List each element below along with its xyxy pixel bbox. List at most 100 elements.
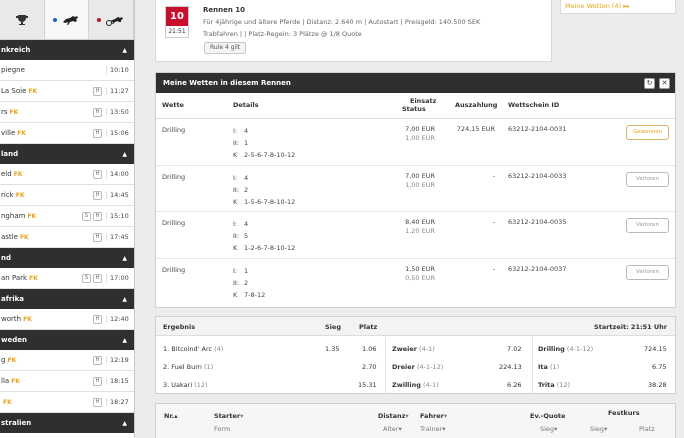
bet-row: Drilling I: 4 II: 1 K 2-5-6-7-8-10-12 7,00 … — [156, 119, 675, 166]
bet-ticket-id: 63212-2104-0031 — [508, 125, 567, 133]
exotic-bet: Dreier (4-1-12) — [392, 363, 444, 371]
meeting-row[interactable]: g FK H 12:19 — [0, 350, 134, 371]
sort-distance[interactable]: Distanz▾ — [378, 412, 409, 420]
sort-trainer[interactable]: Trainer▾ — [420, 425, 446, 433]
bet-status-button[interactable]: Verloren — [626, 264, 669, 280]
h-badge: H — [93, 128, 102, 138]
h-badge: H — [93, 397, 102, 407]
finish-position: 1. Bitcoind' Arc (4) — [163, 345, 224, 353]
region-name: afrika — [1, 295, 24, 303]
meeting-row[interactable]: lla FK H 18:15 — [0, 371, 134, 392]
my-bets-link-box: Meine Wetten (4) ▸▸ — [560, 0, 676, 14]
meeting-row[interactable]: piegne 10:10 — [0, 60, 134, 81]
meeting-row[interactable]: ville FK H 15:06 — [0, 123, 134, 144]
meeting-name: rick FK — [1, 191, 25, 199]
region-name: nkreich — [1, 46, 31, 54]
meeting-time: 10:10 — [106, 66, 129, 74]
region-header[interactable]: nkreich ▲ — [0, 40, 134, 60]
meeting-row[interactable]: an Park FK S H 17:00 — [0, 268, 134, 289]
meeting-name: rs FK — [1, 108, 19, 116]
sort-fixed-win[interactable]: Sieg▾ — [590, 425, 607, 433]
sort-number[interactable]: Nr.▴ — [164, 412, 177, 420]
bet-status-button[interactable]: Verloren — [626, 218, 669, 233]
meeting-name: lla FK — [1, 377, 20, 385]
meeting-time: 18:27 — [106, 398, 129, 406]
bet-leg: K 2-5-6-7-8-10-12 — [233, 151, 296, 159]
category-dot — [97, 17, 102, 22]
bet-leg: K 1-2-6-7-8-10-12 — [233, 244, 296, 252]
refresh-icon[interactable]: ↻ — [644, 78, 655, 89]
col-details: Details — [233, 101, 259, 109]
bet-status-button[interactable]: Gewonnen — [626, 125, 669, 140]
tab-trot[interactable] — [89, 0, 134, 39]
meeting-name: FK — [3, 399, 12, 406]
close-icon[interactable]: ✕ — [659, 78, 670, 89]
exotic-payout: 7.02 — [507, 345, 522, 353]
bet-ticket-id: 63212-2104-0033 — [508, 171, 567, 180]
meeting-time: 11:27 — [106, 87, 129, 95]
meeting-row[interactable]: rs FK H 13:50 — [0, 102, 134, 123]
sort-ev-win[interactable]: Sieg▾ — [540, 425, 557, 433]
meeting-row[interactable]: La Soie FK H 11:27 — [0, 81, 134, 102]
meeting-row[interactable]: astle FK H 17:45 — [0, 227, 134, 248]
tab-gallop[interactable] — [44, 0, 90, 39]
region-header[interactable]: afrika ▲ — [0, 289, 134, 309]
col-stake: Einsatz — [410, 97, 437, 105]
divider — [532, 337, 533, 394]
sort-starter[interactable]: Starter▾ — [214, 412, 243, 420]
h-badge: H — [93, 314, 102, 324]
race-time: 21:51 — [168, 28, 186, 35]
meeting-time: 13:50 — [106, 108, 129, 116]
meeting-row[interactable]: eld FK H 14:00 — [0, 164, 134, 185]
region-header[interactable]: stralien ▲ — [0, 413, 134, 433]
collapse-caret-icon: ▲ — [122, 419, 127, 427]
bet-leg: II: 2 — [233, 185, 249, 194]
col-ev-quote: Ev.-Quote — [530, 412, 566, 420]
race-number: 10 — [166, 7, 188, 26]
rule-4-button[interactable]: Rule 4 gilt — [204, 42, 247, 54]
place-odds: 15.31 — [358, 381, 377, 389]
trophy-icon — [15, 14, 28, 25]
my-bets-link[interactable]: Meine Wetten (4) ▸▸ — [565, 2, 630, 10]
region-header[interactable]: nd ▲ — [0, 248, 134, 268]
bet-type: Drilling — [162, 265, 186, 274]
gallop-horse-icon — [62, 15, 78, 25]
exotic-payout: 224.13 — [499, 363, 522, 371]
h-badge: H — [93, 190, 102, 200]
sort-driver[interactable]: Fahrer▾ — [420, 412, 447, 420]
meeting-name: an Park FK — [1, 274, 38, 282]
bet-row: Drilling I: 4 II: 5 K 1-2-6-7-8-10-12 8,40 … — [156, 212, 675, 259]
region-header[interactable]: weden ▲ — [0, 330, 134, 350]
meeting-time: 17:45 — [106, 233, 129, 241]
results-header: Ergebnis Sieg Platz Startzeit: 21:51 Uhr — [156, 317, 675, 336]
sort-caret-icon: ▾ — [554, 425, 558, 433]
start-time: Startzeit: 21:51 Uhr — [594, 323, 667, 331]
sort-age[interactable]: Alter▾ — [383, 425, 402, 433]
s-badge: S — [82, 211, 91, 221]
sort-caret-icon: ▾ — [443, 412, 448, 420]
region-header[interactable]: land ▲ — [0, 144, 134, 164]
meeting-row[interactable]: ngham FK S H 15:10 — [0, 206, 134, 227]
bet-payout: 724,15 EUR — [456, 125, 495, 133]
collapse-caret-icon: ▲ — [122, 46, 127, 54]
tab-trophy[interactable] — [0, 0, 45, 39]
meeting-time: 18:15 — [106, 377, 129, 385]
trot-horse-icon — [106, 16, 124, 26]
meeting-row[interactable]: rick FK H 14:45 — [0, 185, 134, 206]
bet-ticket-id: 63212-2104-0037 — [508, 264, 567, 273]
bet-type: Drilling — [162, 126, 186, 134]
meeting-row[interactable]: FK H 18:27 — [0, 392, 134, 413]
col-place: Platz — [359, 323, 378, 331]
h-badge: H — [93, 232, 102, 242]
bet-payout: - — [492, 264, 495, 273]
sort-caret-icon: ▾ — [442, 425, 446, 433]
bet-status-button[interactable]: Verloren — [626, 171, 669, 187]
double-chevron-right-icon: ▸▸ — [623, 2, 630, 10]
h-badge: H — [93, 169, 102, 179]
meeting-row[interactable]: worth FK H 12:40 — [0, 309, 134, 330]
meeting-time: 12:40 — [106, 315, 129, 323]
h-badge: H — [93, 273, 102, 283]
bet-leg: I: 4 — [233, 220, 249, 228]
bet-leg: I: 4 — [233, 127, 249, 135]
starters-table-header: Nr.▴ Starter▾ Form Distanz▾ Alter▾ Fahre… — [155, 403, 676, 438]
